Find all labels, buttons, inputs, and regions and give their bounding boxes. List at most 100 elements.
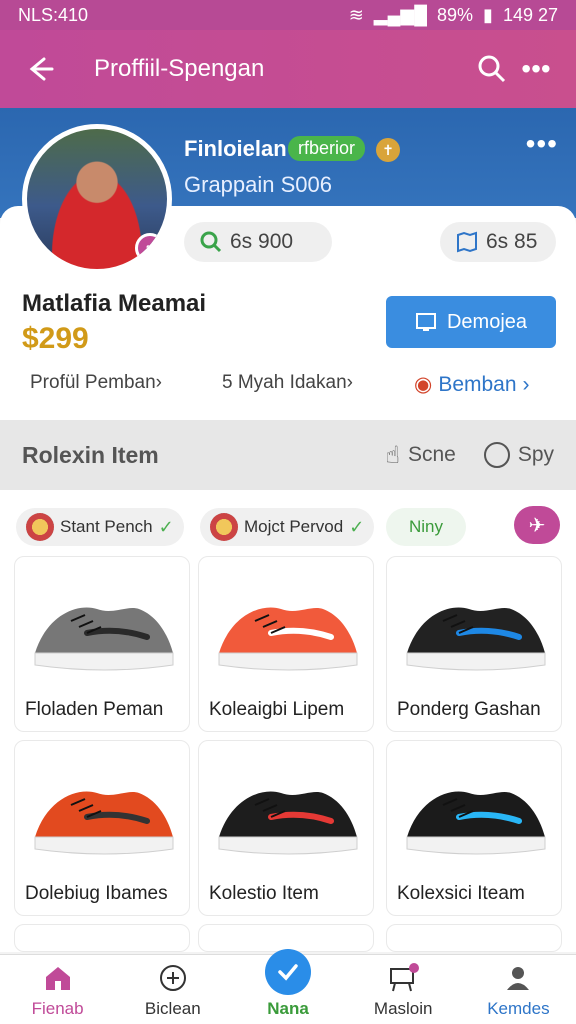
product-card[interactable]: Ponderg Gashan (386, 556, 562, 732)
product-name: Kolestio Item (209, 883, 319, 904)
product-title: Matlafia Meamai (22, 290, 207, 317)
search-icon (478, 55, 506, 83)
chip-action-button[interactable]: ✈ (514, 506, 560, 544)
nav-home[interactable]: Fienab (0, 955, 115, 1024)
stat-value: 6s 85 (486, 230, 538, 253)
back-arrow-icon (29, 57, 54, 81)
product-grid: Floladen Peman Koleaigbi Lipem Ponderg Gas… (0, 556, 576, 952)
section-header: Rolexin Item ☝ Scne Spy (0, 420, 576, 490)
chip-label: Niny (408, 517, 443, 536)
battery-icon: ▮ (483, 4, 493, 25)
nav-add[interactable]: Biclean (115, 955, 230, 1024)
plus-circle-icon (156, 961, 190, 995)
cart-icon (386, 961, 420, 995)
status-badge: rfberior (288, 136, 366, 161)
back-button[interactable] (18, 47, 62, 91)
link-member[interactable]: ◉ Bemban › (414, 372, 530, 397)
search-icon (200, 231, 222, 253)
chip-label: Stant Pench (60, 517, 153, 536)
status-right: ≋ ▂▄▆█ 89% ▮ 149 27 (349, 5, 558, 26)
nav-label: Nana (267, 998, 309, 1018)
nav-label: Masloin (373, 998, 433, 1018)
status-bar: NLS:410 ≋ ▂▄▆█ 89% ▮ 149 27 (0, 0, 576, 30)
check-icon: ✓ (158, 516, 174, 537)
nav-profile[interactable]: Kemdes (461, 955, 576, 1024)
avatar[interactable]: ♥ (22, 124, 172, 274)
product-name: Koleaigbi Lipem (209, 699, 345, 720)
search-button[interactable] (470, 47, 514, 91)
more-icon: ••• (521, 53, 551, 84)
shoe-image (218, 607, 358, 671)
product-card[interactable]: Kolexsici Iteam (386, 740, 562, 916)
link-member-label: Bemban (438, 372, 517, 396)
product-name: Ponderg Gashan (397, 699, 541, 720)
section-title: Rolexin Item (22, 441, 159, 468)
chip-thumbnail (210, 513, 238, 541)
radio-icon (483, 442, 510, 468)
verified-badge-icon: ♥ (135, 233, 165, 263)
sort-option[interactable]: ☝ Scne (385, 441, 456, 470)
more-options-button[interactable]: ••• (514, 47, 558, 91)
user-subtitle: Grappain S006 (184, 172, 332, 197)
stat-items[interactable]: 6s 85 (440, 222, 556, 262)
product-card[interactable]: Dolebiug Ibames (14, 740, 190, 916)
product-card-partial[interactable] (198, 924, 374, 952)
product-price: $299 (22, 322, 89, 355)
product-card[interactable]: Koleaigbi Lipem (198, 556, 374, 732)
product-card[interactable]: Kolestio Item (198, 740, 374, 916)
bottom-nav: Fienab Biclean Nana Masloin Kemdes (0, 948, 576, 1024)
page-title: Proffiil-Spengan (94, 55, 265, 82)
shoe-image (34, 607, 174, 671)
primary-action-button[interactable]: Demojea (386, 296, 556, 348)
status-time: 149 27 (502, 4, 558, 25)
check-icon: ✓ (349, 516, 365, 537)
stat-value: 6s 900 (230, 230, 294, 253)
profile-more-button[interactable]: ••• (526, 128, 558, 160)
coin-icon: ✝ (376, 138, 400, 162)
brand-icon: ◉ (414, 373, 433, 396)
nav-label: Kemdes (487, 998, 550, 1018)
product-name: Kolexsici Iteam (397, 883, 525, 904)
filter-chips: Stant Pench ✓ Mojct Pervod ✓ Niny ✈ (0, 490, 576, 562)
filter-option-label: Spy (517, 443, 554, 466)
nav-center[interactable]: Nana (230, 948, 345, 1024)
chip-thumbnail (26, 513, 54, 541)
user-icon (501, 961, 535, 995)
battery-level: 89% (437, 4, 474, 25)
product-name: Dolebiug Ibames (25, 883, 168, 904)
link-row: Profül Pemban› 5 Myah Idakan› ◉ Bemban › (0, 372, 576, 400)
nav-label: Fienab (31, 998, 84, 1018)
user-name: Finloielan (184, 136, 287, 161)
status-left: NLS:410 (18, 4, 89, 25)
chevron-right-icon: › (522, 372, 530, 396)
primary-action-label: Demojea (446, 310, 528, 333)
nav-label: Biclean (144, 998, 201, 1018)
product-card-partial[interactable] (386, 924, 562, 952)
link-days[interactable]: 5 Myah Idakan› (222, 372, 353, 394)
map-icon (457, 231, 477, 253)
product-card-partial[interactable] (14, 924, 190, 952)
app-bar: Proffiil-Spengan ••• (0, 30, 576, 108)
bird-icon: ✈ (528, 514, 546, 537)
shoe-image (34, 791, 174, 855)
stat-followers[interactable]: 6s 900 (184, 222, 332, 262)
hand-icon: ☝ (385, 441, 400, 469)
link-profile[interactable]: Profül Pemban› (30, 372, 162, 394)
tablet-icon (415, 313, 436, 331)
chip-mojct-pervod[interactable]: Mojct Pervod ✓ (200, 508, 375, 546)
home-icon (41, 961, 75, 995)
chip-label: Mojct Pervod (244, 517, 344, 536)
product-card[interactable]: Floladen Peman (14, 556, 190, 732)
filter-option[interactable]: Spy (483, 442, 554, 468)
nav-cart[interactable]: Masloin (346, 955, 461, 1024)
chip-niny[interactable]: Niny (386, 508, 466, 546)
shoe-image (218, 791, 358, 855)
shoe-image (406, 791, 546, 855)
chip-stant-pench[interactable]: Stant Pench ✓ (16, 508, 184, 546)
shoe-image (406, 607, 546, 671)
sort-option-label: Scne (407, 443, 456, 466)
wifi-icon: ≋ (348, 4, 364, 25)
signal-icon: ▂▄▆█ (373, 4, 427, 25)
check-circle-icon (265, 948, 311, 995)
product-name: Floladen Peman (25, 699, 164, 720)
